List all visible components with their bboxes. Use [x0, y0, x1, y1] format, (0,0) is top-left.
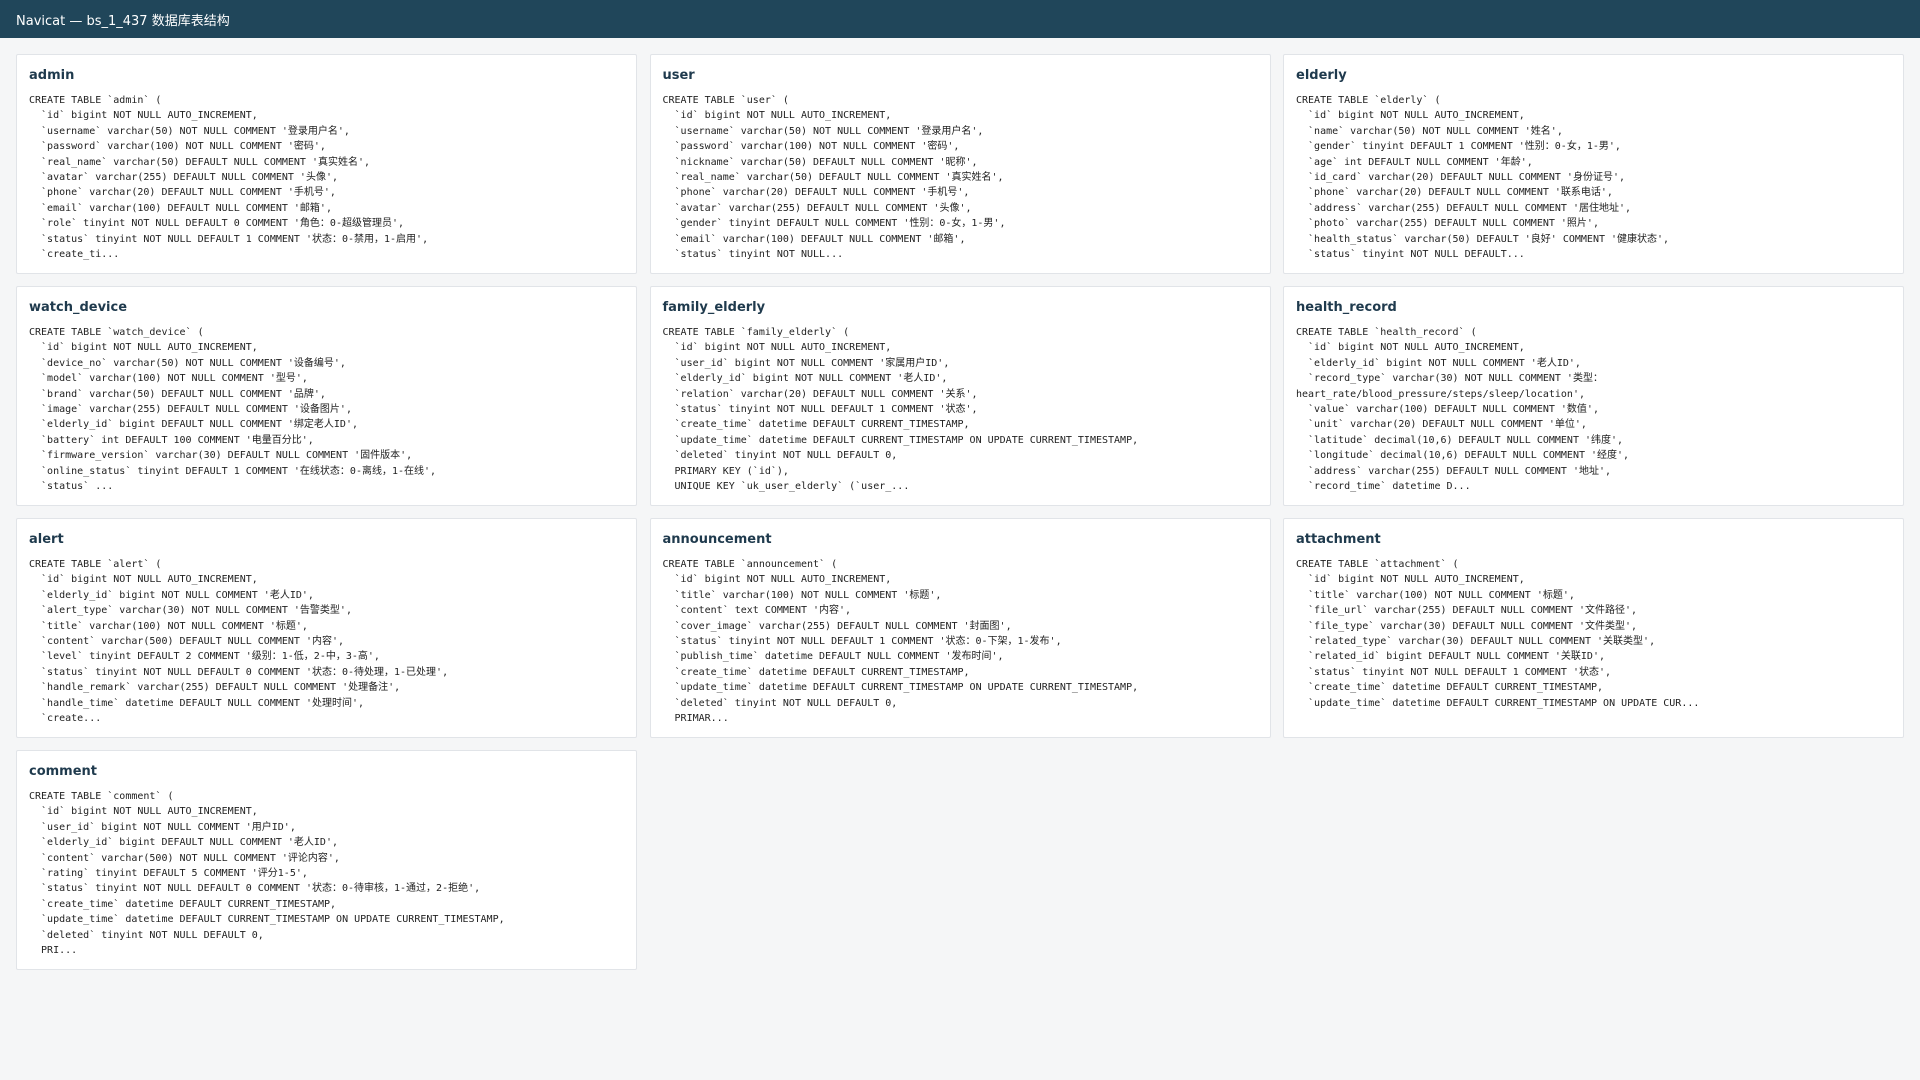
- table-name: comment: [29, 764, 98, 779]
- table-name: health_record: [1296, 300, 1397, 315]
- table-name: admin: [29, 68, 75, 83]
- table-name: family_elderly: [662, 300, 766, 315]
- table-ddl: CREATE TABLE `comment` ( `id` bigint NOT…: [29, 791, 505, 957]
- table-card-user[interactable]: user CREATE TABLE `user` ( `id` bigint N…: [649, 54, 1271, 274]
- table-ddl: CREATE TABLE `health_record` ( `id` bigi…: [1296, 327, 1630, 493]
- table-ddl: CREATE TABLE `admin` ( `id` bigint NOT N…: [29, 95, 429, 261]
- table-ddl: CREATE TABLE `user` ( `id` bigint NOT NU…: [662, 95, 1006, 261]
- window-title: Navicat — bs_1_437 数据库表结构: [16, 13, 230, 29]
- table-ddl: CREATE TABLE `attachment` ( `id` bigint …: [1296, 559, 1700, 709]
- table-card-admin[interactable]: admin CREATE TABLE `admin` ( `id` bigint…: [16, 54, 637, 274]
- table-name: watch_device: [29, 300, 128, 315]
- table-ddl: CREATE TABLE `alert` ( `id` bigint NOT N…: [29, 559, 449, 725]
- table-card-announcement[interactable]: announcement CREATE TABLE `announcement`…: [649, 518, 1271, 738]
- table-name: user: [662, 68, 695, 83]
- table-card-comment[interactable]: comment CREATE TABLE `comment` ( `id` bi…: [16, 750, 637, 970]
- table-name: announcement: [662, 532, 772, 547]
- table-card-family-elderly[interactable]: family_elderly CREATE TABLE `family_elde…: [649, 286, 1271, 506]
- table-card-grid: admin CREATE TABLE `admin` ( `id` bigint…: [16, 54, 1904, 970]
- table-card-alert[interactable]: alert CREATE TABLE `alert` ( `id` bigint…: [16, 518, 637, 738]
- table-ddl: CREATE TABLE `watch_device` ( `id` bigin…: [29, 327, 437, 493]
- table-name: elderly: [1296, 68, 1347, 83]
- table-name: alert: [29, 532, 64, 547]
- table-ddl: CREATE TABLE `family_elderly` ( `id` big…: [662, 327, 1139, 493]
- table-card-watch-device[interactable]: watch_device CREATE TABLE `watch_device`…: [16, 286, 637, 506]
- window-titlebar: Navicat — bs_1_437 数据库表结构: [0, 0, 1920, 38]
- table-card-attachment[interactable]: attachment CREATE TABLE `attachment` ( `…: [1283, 518, 1904, 738]
- table-ddl: CREATE TABLE `announcement` ( `id` bigin…: [662, 559, 1139, 725]
- table-card-health-record[interactable]: health_record CREATE TABLE `health_recor…: [1283, 286, 1904, 506]
- table-card-elderly[interactable]: elderly CREATE TABLE `elderly` ( `id` bi…: [1283, 54, 1904, 274]
- table-name: attachment: [1296, 532, 1381, 547]
- table-ddl: CREATE TABLE `elderly` ( `id` bigint NOT…: [1296, 95, 1670, 261]
